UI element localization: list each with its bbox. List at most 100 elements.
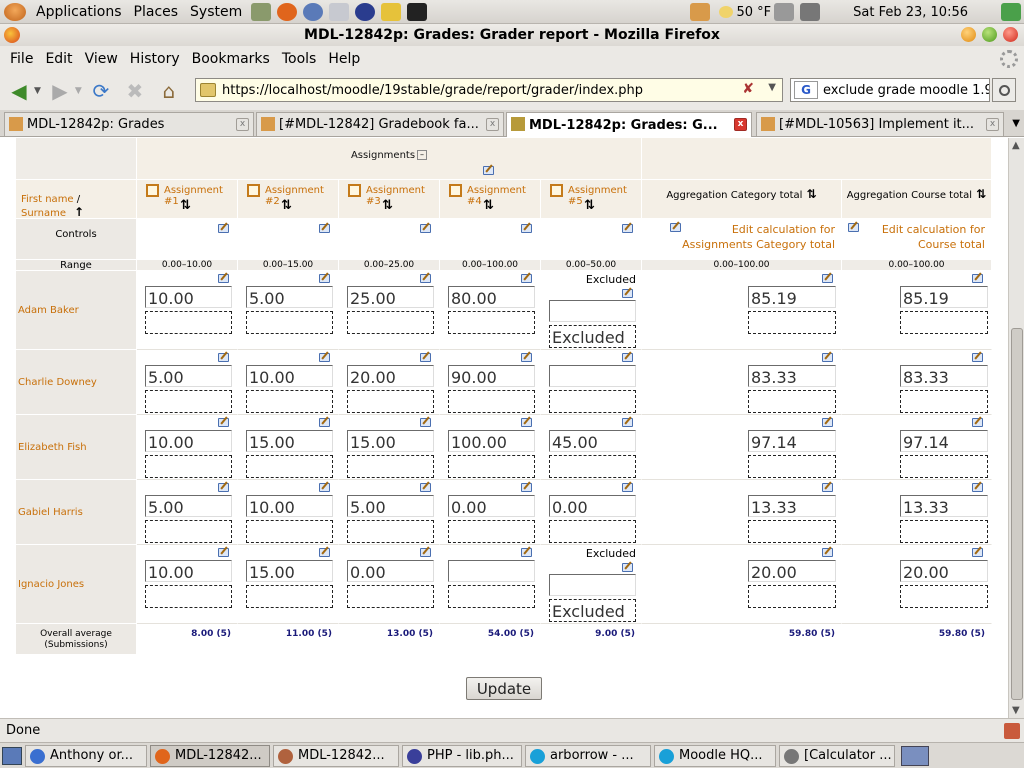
- network-status-icon[interactable]: [800, 3, 821, 21]
- edit-grade-icon[interactable]: [622, 563, 633, 572]
- feedback-input[interactable]: [145, 390, 232, 413]
- feedback-input[interactable]: [900, 390, 988, 413]
- grade-input[interactable]: 10.00: [145, 286, 232, 308]
- grade-input[interactable]: 10.00: [145, 560, 232, 582]
- eclipse-launcher-icon[interactable]: [355, 2, 376, 21]
- grade-input[interactable]: 5.00: [145, 495, 232, 517]
- grade-input[interactable]: 10.00: [246, 495, 333, 517]
- student-name-link[interactable]: Adam Baker: [18, 305, 79, 316]
- grade-input[interactable]: 13.33: [748, 495, 836, 517]
- student-name-link[interactable]: Charlie Downey: [18, 377, 97, 388]
- tab-tracker-10563[interactable]: [#MDL-10563] Implement it... x: [756, 112, 1004, 136]
- search-bar[interactable]: G exclude grade moodle 1.9: [790, 78, 990, 102]
- tab-close-icon[interactable]: x: [986, 118, 999, 131]
- feedback-input[interactable]: [448, 311, 535, 334]
- grade-input[interactable]: 25.00: [347, 286, 434, 308]
- grade-input[interactable]: [448, 560, 535, 582]
- edit-grade-icon[interactable]: [420, 274, 431, 283]
- feedback-input[interactable]: [347, 311, 434, 334]
- search-input[interactable]: exclude grade moodle 1.9: [823, 83, 989, 98]
- tab-grader-report[interactable]: MDL-12842p: Grades: G... x: [506, 112, 752, 137]
- grade-input[interactable]: 15.00: [246, 560, 333, 582]
- edit-grade-icon[interactable]: [972, 483, 983, 492]
- feedback-input[interactable]: [900, 585, 988, 608]
- update-notifier-icon[interactable]: [690, 3, 711, 21]
- grade-input[interactable]: 15.00: [347, 430, 434, 452]
- feedback-input[interactable]: [347, 585, 434, 608]
- feedback-input[interactable]: [246, 311, 333, 334]
- google-engine-icon[interactable]: G: [794, 81, 818, 99]
- feedback-input[interactable]: [448, 455, 535, 478]
- edit-grade-icon[interactable]: [521, 274, 532, 283]
- sort-toggle-icon[interactable]: ⇅: [584, 198, 595, 213]
- grade-input[interactable]: 15.00: [246, 430, 333, 452]
- menu-edit[interactable]: Edit: [39, 51, 78, 67]
- tab-tracker-12842[interactable]: [#MDL-12842] Gradebook fa... x: [256, 112, 504, 136]
- scrollbar-thumb[interactable]: [1011, 328, 1023, 700]
- edit-grade-icon[interactable]: [972, 274, 983, 283]
- feedback-input[interactable]: [748, 520, 836, 543]
- grade-input[interactable]: 80.00: [448, 286, 535, 308]
- forward-button[interactable]: ▶: [45, 76, 75, 106]
- edit-grade-icon[interactable]: [319, 548, 330, 557]
- edit-settings-icon[interactable]: [521, 224, 532, 233]
- edit-settings-icon[interactable]: [420, 224, 431, 233]
- applications-menu[interactable]: Applications: [30, 4, 128, 20]
- taskbar-window-button[interactable]: Moodle HQ...: [654, 744, 776, 767]
- assignment-link[interactable]: Assignment #5: [568, 185, 641, 207]
- grade-input[interactable]: 97.14: [748, 430, 836, 452]
- edit-grade-icon[interactable]: [319, 418, 330, 427]
- volume-icon[interactable]: [774, 3, 795, 21]
- feedback-input[interactable]: [145, 311, 232, 334]
- grade-input[interactable]: 20.00: [347, 365, 434, 387]
- url-bar[interactable]: https://localhost/moodle/19stable/grade/…: [195, 78, 806, 102]
- feedback-input[interactable]: [145, 585, 232, 608]
- taskbar-window-button[interactable]: MDL-12842...: [150, 744, 270, 767]
- grade-input[interactable]: 45.00: [549, 430, 636, 452]
- feedback-input[interactable]: [347, 455, 434, 478]
- menu-history[interactable]: History: [124, 51, 186, 67]
- feedback-input[interactable]: [246, 585, 333, 608]
- system-menu[interactable]: System: [184, 4, 248, 20]
- edit-calc-course-link[interactable]: Edit calculation for Course total: [847, 222, 985, 252]
- feedback-input[interactable]: Excluded: [549, 599, 636, 622]
- sort-toggle-icon[interactable]: ⇅: [382, 198, 393, 213]
- ssl-status-icon[interactable]: [1004, 723, 1020, 739]
- assignment-link[interactable]: Assignment #1: [164, 185, 237, 207]
- grade-input[interactable]: 85.19: [748, 286, 836, 308]
- grade-input[interactable]: [549, 365, 636, 387]
- student-name-link[interactable]: Ignacio Jones: [18, 579, 84, 590]
- feedback-input[interactable]: [347, 390, 434, 413]
- close-window-button[interactable]: [1003, 27, 1018, 42]
- tab-mdl-grades[interactable]: MDL-12842p: Grades x: [4, 112, 254, 136]
- edit-grade-icon[interactable]: [972, 418, 983, 427]
- edit-grade-icon[interactable]: [420, 353, 431, 362]
- grade-input[interactable]: 20.00: [900, 560, 988, 582]
- edit-grade-icon[interactable]: [822, 418, 833, 427]
- grade-input[interactable]: 5.00: [145, 365, 232, 387]
- feedback-input[interactable]: [246, 455, 333, 478]
- feedback-input[interactable]: [900, 455, 988, 478]
- grade-input[interactable]: 10.00: [246, 365, 333, 387]
- terminal-launcher-icon[interactable]: [407, 2, 428, 21]
- grade-input[interactable]: 0.00: [347, 560, 434, 582]
- feedback-input[interactable]: [246, 520, 333, 543]
- grade-input[interactable]: [549, 574, 636, 596]
- mail-launcher-icon[interactable]: [303, 2, 324, 21]
- scroll-up-icon[interactable]: ▲: [1012, 140, 1020, 151]
- feedback-input[interactable]: [748, 455, 836, 478]
- edit-grade-icon[interactable]: [218, 483, 229, 492]
- edit-grade-icon[interactable]: [218, 548, 229, 557]
- notes-launcher-icon[interactable]: [381, 2, 402, 21]
- grade-input[interactable]: 10.00: [145, 430, 232, 452]
- sort-toggle-icon[interactable]: ⇅: [802, 187, 817, 201]
- feedback-input[interactable]: [448, 585, 535, 608]
- sort-toggle-icon[interactable]: ⇅: [972, 187, 986, 201]
- feedback-input[interactable]: [748, 390, 836, 413]
- edit-grade-icon[interactable]: [822, 483, 833, 492]
- edit-grade-icon[interactable]: [319, 353, 330, 362]
- menu-tools[interactable]: Tools: [276, 51, 323, 67]
- grade-input[interactable]: 83.33: [900, 365, 988, 387]
- edit-grade-icon[interactable]: [972, 548, 983, 557]
- menu-bookmarks[interactable]: Bookmarks: [186, 51, 276, 67]
